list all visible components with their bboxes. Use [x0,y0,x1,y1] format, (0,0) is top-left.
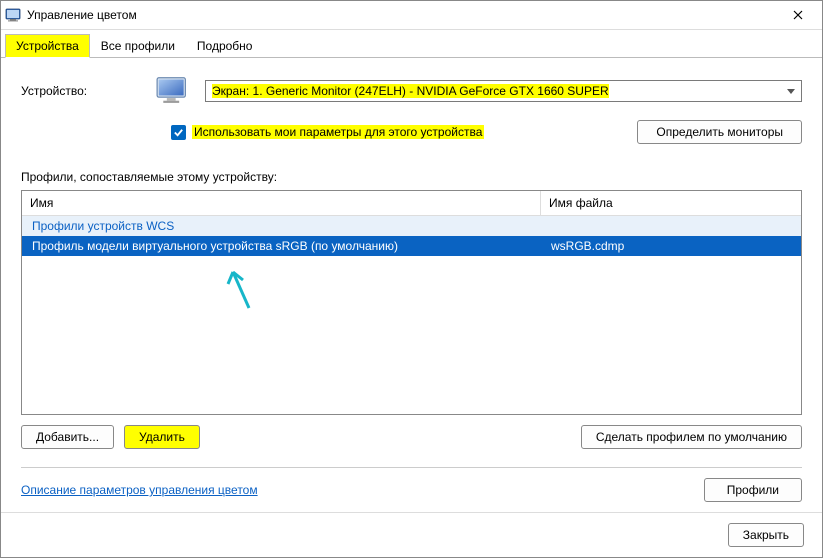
use-my-settings-label: Использовать мои параметры для этого уст… [192,125,484,139]
annotation-arrow-icon [217,264,267,314]
add-button[interactable]: Добавить... [21,425,114,449]
list-body: Профили устройств WCS Профиль модели вир… [22,216,801,256]
use-settings-row: Использовать мои параметры для этого уст… [21,120,802,144]
close-button[interactable]: Закрыть [728,523,804,547]
profiles-button[interactable]: Профили [704,478,802,502]
device-label: Устройство: [21,84,141,98]
identify-monitors-button[interactable]: Определить мониторы [637,120,802,144]
window-title: Управление цветом [27,8,778,22]
column-filename[interactable]: Имя файла [541,191,801,215]
close-icon[interactable] [778,1,818,29]
bottom-row: Описание параметров управления цветом Пр… [21,478,802,502]
titlebar: Управление цветом [1,1,822,30]
profile-group-wcs: Профили устройств WCS [22,216,801,236]
tab-strip: Устройства Все профили Подробно [1,34,822,58]
set-default-button[interactable]: Сделать профилем по умолчанию [581,425,802,449]
footer: Закрыть [1,512,822,557]
list-header: Имя Имя файла [22,191,801,216]
device-value: Экран: 1. Generic Monitor (247ELH) - NVI… [212,84,609,98]
profiles-list[interactable]: Имя Имя файла Профили устройств WCS Проф… [21,190,802,415]
help-link[interactable]: Описание параметров управления цветом [21,483,258,497]
tab-details[interactable]: Подробно [186,34,264,58]
device-row: Устройство: Экран: 1. Generic Monitor (2… [21,76,802,106]
profile-filename: wsRGB.cdmp [541,236,801,256]
profile-row-selected[interactable]: Профиль модели виртуального устройства s… [22,236,801,256]
color-management-window: Управление цветом Устройства Все профили… [0,0,823,558]
device-dropdown[interactable]: Экран: 1. Generic Monitor (247ELH) - NVI… [205,80,802,102]
delete-button[interactable]: Удалить [124,425,200,449]
use-my-settings-checkbox[interactable]: Использовать мои параметры для этого уст… [171,125,484,140]
column-name[interactable]: Имя [22,191,541,215]
tab-panel-devices: Устройство: Экран: 1. Generic Monitor (2… [1,57,822,512]
profiles-for-device-label: Профили, сопоставляемые этому устройству… [21,170,802,184]
divider [21,467,802,468]
profile-buttons-row: Добавить... Удалить Сделать профилем по … [21,425,802,449]
tab-all-profiles[interactable]: Все профили [90,34,186,58]
tab-devices[interactable]: Устройства [5,34,90,58]
app-icon [5,7,21,23]
monitor-icon [155,76,191,106]
profile-name: Профиль модели виртуального устройства s… [22,236,541,256]
checkbox-checked-icon [171,125,186,140]
